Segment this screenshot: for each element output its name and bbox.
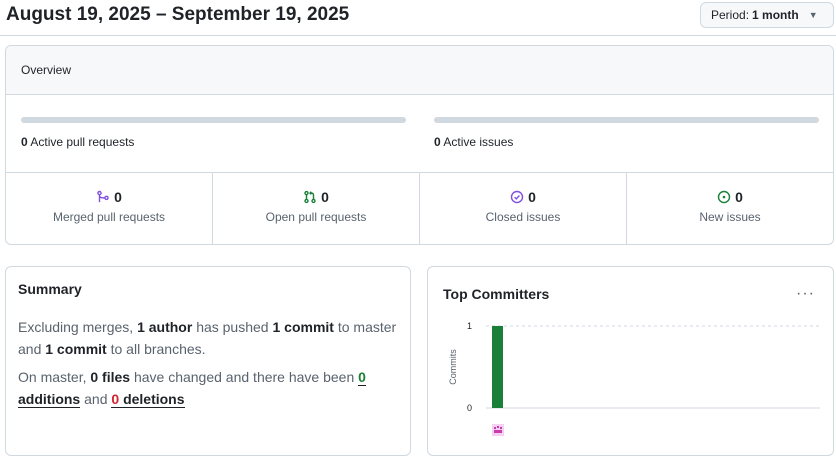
summary-text: to all branches. (110, 341, 206, 357)
deletions-count: 0 (111, 391, 120, 407)
stat-label: Closed issues (485, 210, 561, 224)
deletions-label: deletions (123, 391, 185, 407)
active-prs-count: 0 (21, 135, 28, 149)
commits-chart: Commits 1 0 (448, 321, 820, 436)
commit-bar[interactable] (492, 326, 503, 408)
issue-opened-icon (717, 190, 731, 204)
active-issues-label: Active issues (443, 135, 514, 149)
active-prs-bar (21, 117, 406, 123)
files-changed-count: 0 files (90, 369, 131, 385)
summary-text: have changed and there have been (133, 369, 355, 385)
active-prs-caption[interactable]: 0 Active pull requests (21, 135, 134, 149)
stat-value: 0 (114, 189, 122, 205)
stat-label: New issues (699, 210, 761, 224)
stat-label: Open pull requests (265, 210, 367, 224)
active-issues-caption[interactable]: 0 Active issues (434, 135, 513, 149)
active-issues-bar (434, 117, 819, 123)
additions-count: 0 (358, 369, 366, 385)
active-prs-label: Active pull requests (30, 135, 135, 149)
commit-count-all: 1 commit (45, 341, 107, 357)
summary-text: and (84, 391, 108, 407)
summary-text: On master, (18, 369, 87, 385)
active-issues-count: 0 (434, 135, 441, 149)
summary-paragraph-1: Excluding merges, 1 author has pushed 1 … (18, 316, 398, 360)
stat-closed-issues[interactable]: 0 Closed issues (420, 173, 627, 244)
pull-request-icon (303, 190, 317, 204)
summary-title: Summary (18, 281, 82, 297)
y-tick-label: 1 (467, 321, 472, 331)
issue-closed-icon (510, 190, 524, 204)
period-label: Period: (711, 8, 750, 22)
stat-new-issues[interactable]: 0 New issues (627, 173, 833, 244)
stat-value: 0 (321, 189, 329, 205)
period-value: 1 month (752, 8, 799, 22)
overview-panel: Overview 0 Active pull requests 0 Active… (5, 45, 834, 245)
author-count: 1 author (137, 319, 193, 335)
overview-stats: 0 Merged pull requests 0 Open pull reque… (6, 173, 833, 244)
avatar-icon[interactable] (492, 424, 504, 436)
summary-text: Excluding merges, (18, 319, 134, 335)
summary-text: has pushed (196, 319, 269, 335)
chevron-down-icon: ▼ (808, 10, 818, 20)
overview-title: Overview (6, 46, 833, 95)
top-committers-panel: Top Committers ··· Commits 10 (427, 266, 834, 456)
stat-value: 0 (528, 189, 536, 205)
merge-icon (96, 190, 110, 204)
period-dropdown-button[interactable]: Period: 1 month ▼ (700, 2, 834, 28)
y-axis-label: Commits (448, 349, 458, 385)
summary-panel: Summary Excluding merges, 1 author has p… (5, 266, 411, 456)
deletions-link[interactable]: 0 deletions (111, 391, 185, 408)
stat-label: Merged pull requests (52, 210, 166, 224)
page-header: August 19, 2025 – September 19, 2025 Per… (0, 0, 836, 36)
overview-bars: 0 Active pull requests 0 Active issues (6, 95, 833, 173)
stat-open-prs[interactable]: 0 Open pull requests (213, 173, 420, 244)
stat-merged-prs[interactable]: 0 Merged pull requests (6, 173, 213, 244)
summary-paragraph-2: On master, 0 files have changed and ther… (18, 366, 398, 410)
y-tick-label: 0 (467, 403, 472, 413)
additions-label: additions (18, 391, 81, 407)
date-range-title: August 19, 2025 – September 19, 2025 (6, 4, 350, 25)
commit-count-master: 1 commit (272, 319, 334, 335)
stat-value: 0 (735, 189, 743, 205)
